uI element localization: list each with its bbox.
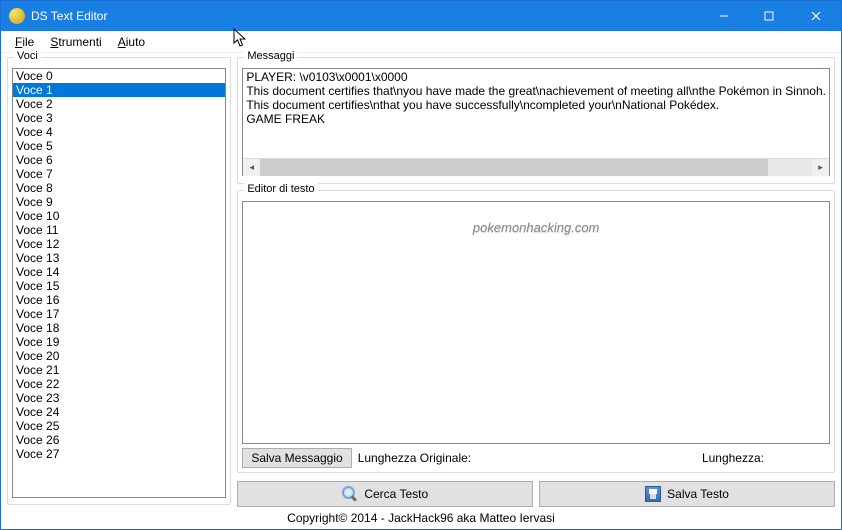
voci-item[interactable]: Voce 6 (13, 153, 225, 167)
search-icon (342, 486, 358, 502)
voci-item[interactable]: Voce 19 (13, 335, 225, 349)
messaggi-box[interactable]: PLAYER: \v0103\x0001\x0000This document … (242, 68, 830, 176)
voci-item[interactable]: Voce 10 (13, 209, 225, 223)
lunghezza-label: Lunghezza: (702, 451, 764, 465)
voci-listbox[interactable]: Voce 0Voce 1Voce 2Voce 3Voce 4Voce 5Voce… (12, 68, 226, 498)
editor-label: Editor di testo (244, 183, 317, 195)
cursor-icon (233, 28, 249, 48)
title-bar: DS Text Editor (1, 1, 841, 31)
voci-item[interactable]: Voce 14 (13, 265, 225, 279)
scroll-right-icon[interactable]: ▸ (812, 159, 829, 176)
menu-strumenti[interactable]: Strumenti (42, 33, 109, 51)
voci-item[interactable]: Voce 22 (13, 377, 225, 391)
watermark-text: pokemonhacking.com (473, 220, 599, 235)
window-title: DS Text Editor (31, 9, 701, 23)
voci-item[interactable]: Voce 25 (13, 419, 225, 433)
voci-item[interactable]: Voce 2 (13, 97, 225, 111)
scroll-left-icon[interactable]: ◂ (243, 159, 260, 176)
close-button[interactable] (791, 1, 841, 31)
messaggi-line: GAME FREAK (246, 112, 826, 126)
footer-copyright: Copyright© 2014 - JackHack96 aka Matteo … (1, 509, 841, 527)
voci-item[interactable]: Voce 7 (13, 167, 225, 181)
voci-item[interactable]: Voce 1 (13, 83, 225, 97)
voci-item[interactable]: Voce 24 (13, 405, 225, 419)
app-icon (9, 8, 25, 24)
voci-item[interactable]: Voce 18 (13, 321, 225, 335)
editor-panel: Editor di testo pokemonhacking.com Salva… (237, 190, 835, 473)
menu-aiuto[interactable]: Aiuto (110, 33, 153, 51)
voci-item[interactable]: Voce 20 (13, 349, 225, 363)
voci-item[interactable]: Voce 16 (13, 293, 225, 307)
voci-item[interactable]: Voce 13 (13, 251, 225, 265)
salva-messaggio-button[interactable]: Salva Messaggio (242, 448, 351, 468)
messaggi-line: PLAYER: \v0103\x0001\x0000 (246, 70, 826, 84)
voci-item[interactable]: Voce 17 (13, 307, 225, 321)
voci-item[interactable]: Voce 26 (13, 433, 225, 447)
voci-item[interactable]: Voce 23 (13, 391, 225, 405)
messaggi-line: This document certifies\nthat you have s… (246, 98, 826, 112)
voci-item[interactable]: Voce 4 (13, 125, 225, 139)
messaggi-label: Messaggi (244, 50, 297, 62)
voci-item[interactable]: Voce 21 (13, 363, 225, 377)
cerca-testo-button[interactable]: Cerca Testo (237, 481, 533, 507)
messaggi-line: This document certifies that\nyou have m… (246, 84, 826, 98)
lunghezza-originale-label: Lunghezza Originale: (358, 451, 471, 465)
menu-file[interactable]: File (7, 33, 42, 51)
voci-item[interactable]: Voce 11 (13, 223, 225, 237)
voci-item[interactable]: Voce 9 (13, 195, 225, 209)
messaggi-panel: Messaggi PLAYER: \v0103\x0001\x0000This … (237, 57, 835, 184)
voci-item[interactable]: Voce 3 (13, 111, 225, 125)
voci-item[interactable]: Voce 15 (13, 279, 225, 293)
voci-label: Voci (14, 50, 41, 62)
voci-item[interactable]: Voce 12 (13, 237, 225, 251)
voci-item[interactable]: Voce 8 (13, 181, 225, 195)
voci-item[interactable]: Voce 27 (13, 447, 225, 461)
minimize-button[interactable] (701, 1, 746, 31)
salva-testo-button[interactable]: Salva Testo (539, 481, 835, 507)
editor-textarea[interactable]: pokemonhacking.com (242, 201, 830, 444)
voci-item[interactable]: Voce 0 (13, 69, 225, 83)
messaggi-hscroll[interactable]: ◂ ▸ (243, 158, 829, 175)
content-area: Voci Voce 0Voce 1Voce 2Voce 3Voce 4Voce … (1, 53, 841, 509)
maximize-button[interactable] (746, 1, 791, 31)
voci-panel: Voci Voce 0Voce 1Voce 2Voce 3Voce 4Voce … (7, 57, 231, 505)
voci-item[interactable]: Voce 5 (13, 139, 225, 153)
save-icon (645, 486, 661, 502)
menu-bar: File Strumenti Aiuto (1, 31, 841, 53)
